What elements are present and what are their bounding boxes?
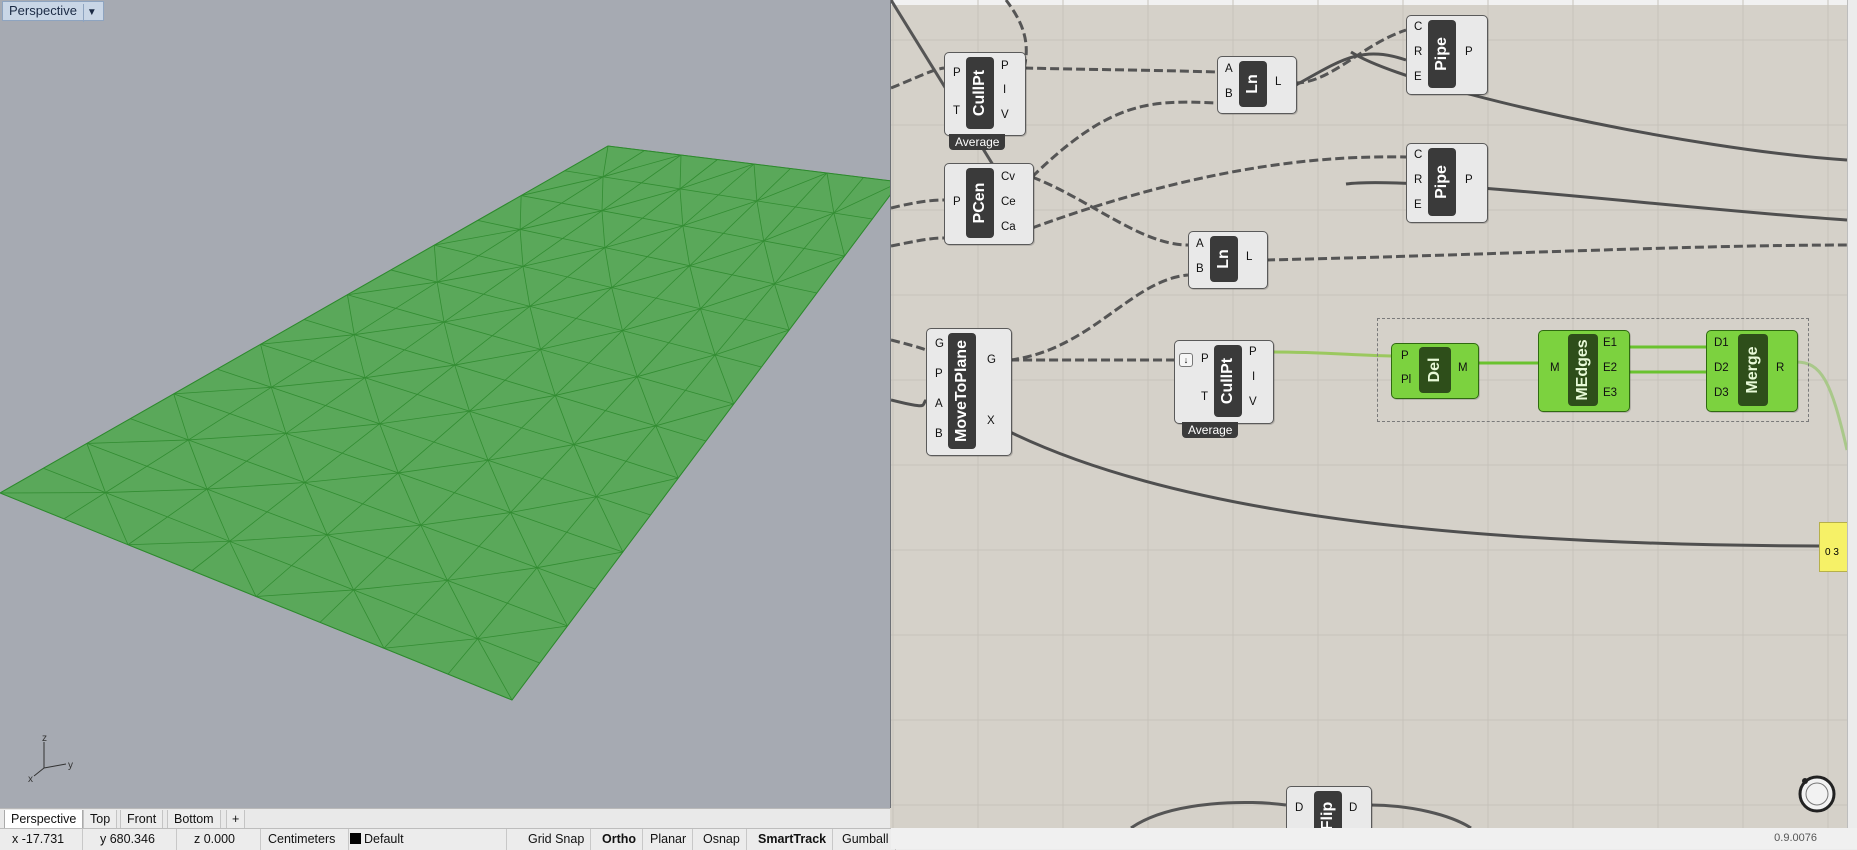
output-x[interactable]: X xyxy=(987,415,995,427)
input-p[interactable]: P xyxy=(953,67,961,79)
component-label: Merge xyxy=(1744,346,1762,393)
component-label: MoveToPlane xyxy=(953,340,971,442)
input-m[interactable]: M xyxy=(1550,362,1560,374)
input-d1[interactable]: D1 xyxy=(1714,337,1729,349)
axis-x-label: x xyxy=(28,774,33,784)
layer-color-swatch xyxy=(350,833,361,844)
input-r[interactable]: R xyxy=(1414,174,1422,186)
tab-front[interactable]: Front xyxy=(120,810,163,829)
output-e3[interactable]: E3 xyxy=(1603,387,1617,399)
output-v[interactable]: V xyxy=(1001,109,1009,121)
component-label: Flip xyxy=(1319,802,1337,828)
component-label: Del xyxy=(1426,358,1444,383)
input-c[interactable]: C xyxy=(1414,21,1422,33)
chevron-down-icon[interactable]: ▼ xyxy=(83,4,97,22)
input-p[interactable]: P xyxy=(1201,353,1209,365)
input-p[interactable]: P xyxy=(1401,350,1409,362)
layer-name: Default xyxy=(364,832,404,846)
toggle-gumball[interactable]: Gumball xyxy=(836,829,896,850)
output-r[interactable]: R xyxy=(1776,362,1784,374)
output-p[interactable]: P xyxy=(1001,60,1009,72)
input-d3[interactable]: D3 xyxy=(1714,387,1729,399)
navigation-widget-icon[interactable] xyxy=(1797,774,1837,814)
output-m[interactable]: M xyxy=(1458,362,1468,374)
output-ce[interactable]: Ce xyxy=(1001,196,1016,208)
add-tab-icon[interactable]: + xyxy=(226,810,245,829)
axis-z-label: z xyxy=(42,734,47,744)
output-i[interactable]: I xyxy=(1003,84,1006,96)
rhino-viewport[interactable]: Perspective ▼ z y x xyxy=(0,0,891,808)
output-d[interactable]: D xyxy=(1349,802,1357,814)
input-d[interactable]: D xyxy=(1295,802,1303,814)
units[interactable]: Centimeters xyxy=(262,829,349,850)
output-i[interactable]: I xyxy=(1252,371,1255,383)
flatten-icon[interactable]: ↓ xyxy=(1179,353,1193,367)
component-label: Pipe xyxy=(1433,165,1451,199)
toggle-smarttrack[interactable]: SmartTrack xyxy=(752,829,833,850)
component-tag: Average xyxy=(949,134,1005,150)
input-a[interactable]: A xyxy=(1225,63,1233,75)
input-p[interactable]: P xyxy=(953,196,961,208)
toggle-osnap[interactable]: Osnap xyxy=(697,829,747,850)
input-b[interactable]: B xyxy=(935,428,943,440)
output-v[interactable]: V xyxy=(1249,396,1257,408)
input-e[interactable]: E xyxy=(1414,199,1422,211)
output-p[interactable]: P xyxy=(1249,346,1257,358)
component-label: CullPt xyxy=(1219,358,1237,404)
coord-x: x -17.731 xyxy=(6,829,83,850)
grasshopper-status-bar: 0.9.0076 xyxy=(891,828,1857,849)
input-g[interactable]: G xyxy=(935,338,944,350)
viewport-title[interactable]: Perspective ▼ xyxy=(2,1,104,21)
tab-perspective[interactable]: Perspective xyxy=(4,810,83,829)
coord-z: z 0.000 xyxy=(188,829,261,850)
input-pl[interactable]: Pl xyxy=(1401,374,1411,386)
output-l[interactable]: L xyxy=(1275,76,1281,88)
viewport-title-label: Perspective xyxy=(9,3,77,18)
tab-bottom[interactable]: Bottom xyxy=(167,810,221,829)
output-e1[interactable]: E1 xyxy=(1603,337,1617,349)
input-a[interactable]: A xyxy=(935,398,943,410)
input-p[interactable]: P xyxy=(935,368,943,380)
input-e[interactable]: E xyxy=(1414,71,1422,83)
output-ca[interactable]: Ca xyxy=(1001,221,1016,233)
input-t[interactable]: T xyxy=(1201,391,1208,403)
output-p[interactable]: P xyxy=(1465,174,1473,186)
component-label: PCen xyxy=(971,183,989,224)
layer-indicator[interactable]: Default xyxy=(344,829,507,850)
panel-value: 0 3 xyxy=(1825,547,1839,558)
component-label: MEdges xyxy=(1574,339,1592,400)
axis-gizmo: z y x xyxy=(28,734,88,784)
output-e2[interactable]: E2 xyxy=(1603,362,1617,374)
component-tag: Average xyxy=(1182,422,1238,438)
output-l[interactable]: L xyxy=(1246,251,1252,263)
toggle-ortho[interactable]: Ortho xyxy=(596,829,643,850)
input-b[interactable]: B xyxy=(1196,263,1204,275)
input-c[interactable]: C xyxy=(1414,149,1422,161)
viewport-tabs: Perspective Top Front Bottom + xyxy=(0,808,890,829)
coord-y: y 680.346 xyxy=(94,829,177,850)
input-d2[interactable]: D2 xyxy=(1714,362,1729,374)
input-r[interactable]: R xyxy=(1414,46,1422,58)
input-b[interactable]: B xyxy=(1225,88,1233,100)
tab-top[interactable]: Top xyxy=(83,810,117,829)
output-g[interactable]: G xyxy=(987,354,996,366)
component-label: Pipe xyxy=(1433,37,1451,71)
version-label: 0.9.0076 xyxy=(1774,832,1817,844)
toggle-grid-snap[interactable]: Grid Snap xyxy=(522,829,591,850)
axis-y-label: y xyxy=(68,760,73,771)
mesh-surface xyxy=(0,0,890,808)
output-cv[interactable]: Cv xyxy=(1001,171,1015,183)
component-label: CullPt xyxy=(971,70,989,116)
canvas-scrollbar[interactable] xyxy=(1847,0,1857,828)
output-p[interactable]: P xyxy=(1465,46,1473,58)
component-label: Ln xyxy=(1215,249,1233,269)
input-a[interactable]: A xyxy=(1196,238,1204,250)
toggle-planar[interactable]: Planar xyxy=(644,829,693,850)
grasshopper-canvas[interactable]: CullPt P T P I V Average PCen P Cv Ce Ca… xyxy=(891,0,1847,828)
input-t[interactable]: T xyxy=(953,105,960,117)
component-label: Ln xyxy=(1244,74,1262,94)
